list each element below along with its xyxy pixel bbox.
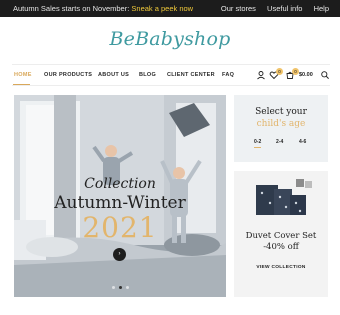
user-icon[interactable] xyxy=(256,70,266,80)
promo-text: Autumn Sales starts on November: xyxy=(13,4,132,13)
duvet-title: Duvet Cover Set xyxy=(245,231,317,241)
age-selector-card: Select your child's age 0-2 2-4 4-6 xyxy=(234,95,328,162)
help-link[interactable]: Help xyxy=(314,4,329,13)
age-card-subtitle: child's age xyxy=(256,119,306,129)
promo-banner: Autumn Sales starts on November: Sneak a… xyxy=(13,4,193,13)
duvet-discount: -40% off xyxy=(263,242,299,252)
wishlist-count-badge: 0 xyxy=(276,68,283,75)
cart-total[interactable]: $0.00 xyxy=(299,72,313,78)
age-option-2-4[interactable]: 2-4 xyxy=(276,139,283,145)
nav-our-products[interactable]: OUR PRODUCTS xyxy=(44,72,92,78)
slider-next-button[interactable]: › xyxy=(113,248,126,261)
search-icon[interactable] xyxy=(320,70,330,80)
our-stores-link[interactable]: Our stores xyxy=(221,4,256,13)
age-option-4-6[interactable]: 4-6 xyxy=(299,139,306,145)
slider-dot-active[interactable] xyxy=(118,286,122,289)
top-bar: Autumn Sales starts on November: Sneak a… xyxy=(0,0,340,17)
slider-dot[interactable] xyxy=(111,286,115,289)
sneak-peek-link[interactable]: Sneak a peek now xyxy=(131,4,193,13)
hero-year: 2021 xyxy=(82,211,158,244)
main-nav: HOME OUR PRODUCTS ABOUT US BLOG CLIENT C… xyxy=(12,64,330,86)
nav-faq[interactable]: FAQ xyxy=(222,72,234,78)
slider-dots xyxy=(14,286,226,289)
nav-about-us[interactable]: ABOUT US xyxy=(98,72,129,78)
nav-active-indicator xyxy=(13,84,30,85)
hero-slider[interactable]: Collection Autumn-Winter 2021 › xyxy=(14,95,226,297)
age-option-0-2[interactable]: 0-2 xyxy=(254,139,262,148)
age-card-title: Select your xyxy=(255,107,307,117)
duvet-product-image xyxy=(256,179,312,215)
cart-count-badge: 0 xyxy=(292,68,299,75)
view-collection-link[interactable]: VIEW COLLECTION xyxy=(234,265,328,270)
hero-collection-label: Collection xyxy=(84,176,156,192)
nav-client-center[interactable]: CLIENT CENTER xyxy=(167,72,215,78)
duvet-promo-card[interactable]: Duvet Cover Set -40% off VIEW COLLECTION xyxy=(234,171,328,297)
nav-home[interactable]: HOME xyxy=(14,72,32,78)
nav-blog[interactable]: BLOG xyxy=(139,72,156,78)
site-logo[interactable]: BeBabyshop xyxy=(0,28,340,50)
slider-dot[interactable] xyxy=(125,286,129,289)
hero-season-title: Autumn-Winter xyxy=(54,193,186,213)
useful-info-link[interactable]: Useful info xyxy=(267,4,302,13)
top-links: Our stores Useful info Help xyxy=(212,4,329,13)
